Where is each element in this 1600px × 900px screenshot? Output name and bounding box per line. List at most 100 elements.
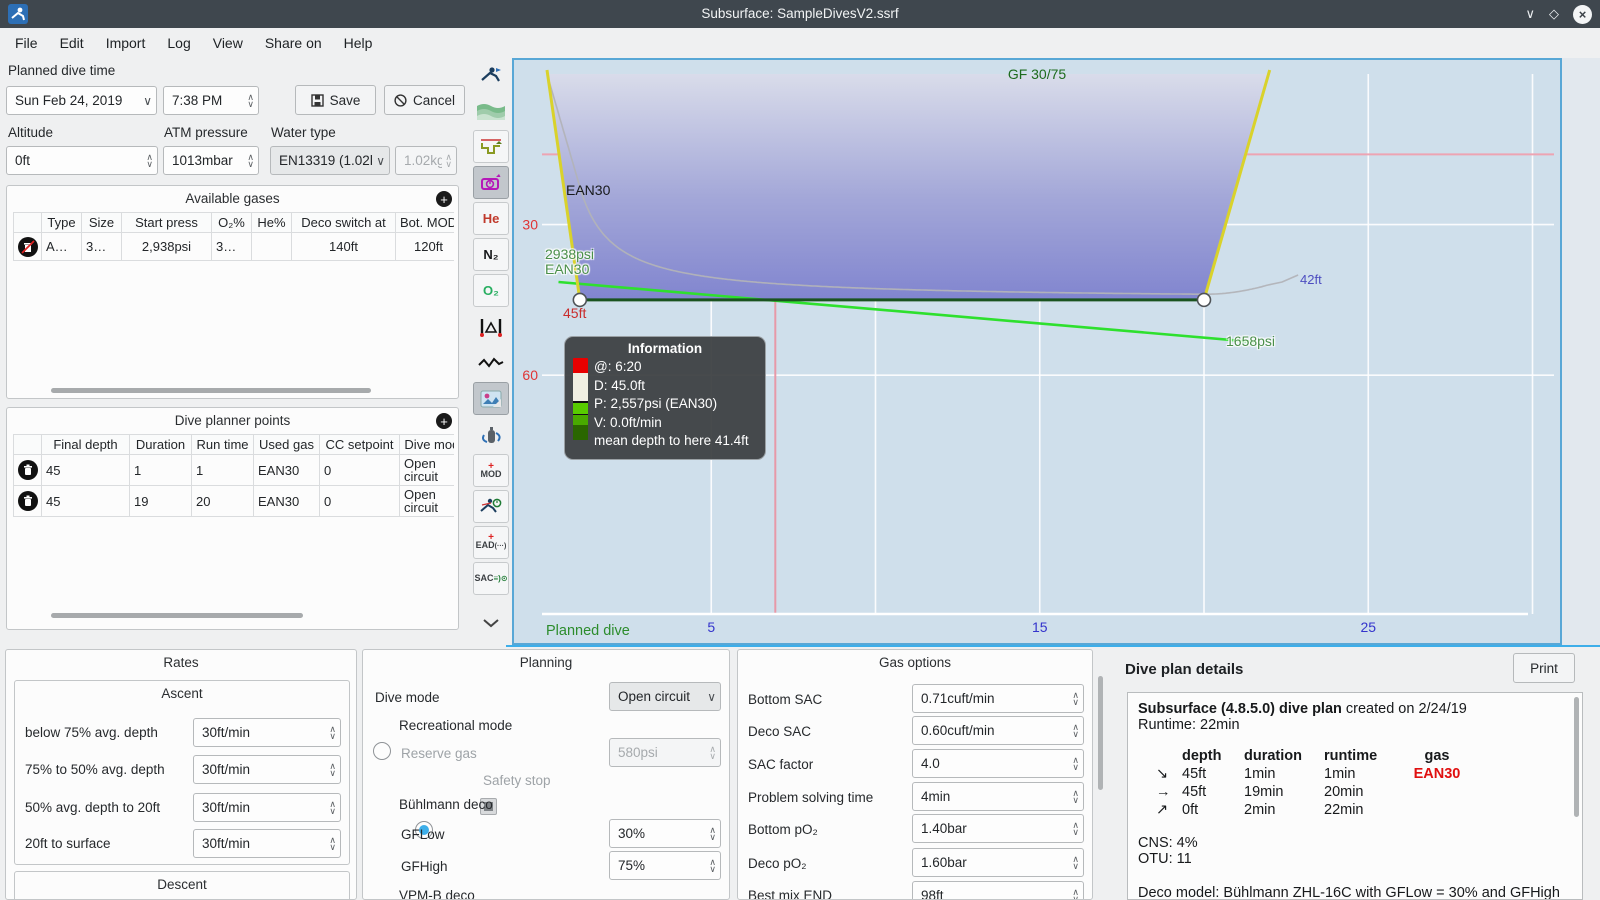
sac-factor-label: SAC factor bbox=[748, 757, 814, 772]
mean-depth-end-label: 42ft bbox=[1300, 272, 1322, 287]
points-col-ccsetpoint[interactable]: CC setpoint bbox=[319, 434, 400, 455]
ascent-rate-20ft-spinbox[interactable]: 30ft/min ∧ ∨ bbox=[193, 793, 341, 822]
gases-col-o2[interactable]: O₂% bbox=[211, 212, 252, 233]
waves-icon[interactable] bbox=[473, 94, 509, 127]
gases-hscrollbar[interactable] bbox=[51, 388, 371, 393]
heart-rate-icon[interactable] bbox=[473, 346, 509, 379]
maximize-icon[interactable]: ◇ bbox=[1549, 5, 1559, 23]
recreational-mode-radio[interactable] bbox=[373, 742, 391, 760]
water-type-combo[interactable]: EN13319 (1.02k ∨ bbox=[270, 146, 390, 175]
reserve-gas-label: Reserve gas bbox=[401, 746, 477, 761]
print-button[interactable]: Print bbox=[1513, 653, 1575, 683]
menu-file[interactable]: File bbox=[4, 28, 49, 58]
gases-col-type[interactable]: Type bbox=[41, 212, 82, 233]
mod-icon[interactable]: + MOD bbox=[473, 454, 509, 487]
bottom-depth-label: 45ft bbox=[563, 305, 587, 321]
delete-point-icon[interactable] bbox=[18, 491, 38, 511]
gases-col-botmod[interactable]: Bot. MOD bbox=[395, 212, 454, 233]
menu-import[interactable]: Import bbox=[95, 28, 157, 58]
planning-panel: Planning Dive mode Open circuit ∨ Recreat… bbox=[362, 649, 730, 900]
points-hscrollbar[interactable] bbox=[51, 613, 303, 618]
ascent-rate-50-spinbox[interactable]: 30ft/min ∧ ∨ bbox=[193, 755, 341, 784]
ead-icon[interactable]: + EAD(···) bbox=[473, 526, 509, 559]
dive-plan-text[interactable]: Subsurface (4.8.5.0) dive plan created o… bbox=[1127, 692, 1583, 900]
menu-log[interactable]: Log bbox=[156, 28, 201, 58]
cancel-button[interactable]: Cancel bbox=[384, 85, 465, 115]
points-col-usedgas[interactable]: Used gas bbox=[253, 434, 320, 455]
menu-help[interactable]: Help bbox=[333, 28, 384, 58]
bottom-sac-spinbox[interactable]: 0.71cuft/min ∧ ∨ bbox=[912, 684, 1084, 713]
points-col-divemode[interactable]: Dive mode bbox=[399, 434, 454, 455]
ascent-rate-75-spinbox[interactable]: 30ft/min ∧ ∨ bbox=[193, 718, 341, 747]
bottom-po2-spinbox[interactable]: 1.40bar ∧ ∨ bbox=[912, 814, 1084, 843]
gflow-spinbox[interactable]: 30% ∧ ∨ bbox=[609, 819, 721, 848]
chart-bottom-splitter[interactable] bbox=[506, 645, 1600, 647]
he-partial-pressure-icon[interactable]: He bbox=[473, 202, 509, 235]
gases-col-startpress[interactable]: Start press bbox=[121, 212, 212, 233]
close-icon[interactable]: × bbox=[1573, 4, 1592, 24]
gases-col-decoswitch[interactable]: Deco switch at bbox=[291, 212, 396, 233]
gfhigh-spinbox[interactable]: 75% ∧ ∨ bbox=[609, 851, 721, 880]
ceiling-icon[interactable] bbox=[473, 130, 509, 163]
deco-sac-spinbox[interactable]: 0.60cuft/min ∧ ∨ bbox=[912, 716, 1084, 745]
gas-table-row[interactable]: A… 3… 2,938psi 3… 140ft 120ft 98ft bbox=[13, 232, 454, 261]
details-left-scrollbar[interactable] bbox=[1098, 676, 1103, 790]
ascent-rate-label: below 75% avg. depth bbox=[25, 725, 158, 740]
best-mix-end-spinbox[interactable]: 98ft ∧ ∨ bbox=[912, 881, 1084, 899]
sac-rate-icon[interactable]: SAC≡)⊙ bbox=[473, 562, 509, 595]
points-col-delete[interactable] bbox=[13, 434, 42, 455]
descent-gas-label: EAN30 bbox=[566, 182, 611, 198]
tank-bar-icon[interactable] bbox=[473, 418, 509, 451]
dive-plan-details-panel: Dive plan details Print Subsurface (4.8.… bbox=[1105, 649, 1600, 900]
ruler-icon[interactable] bbox=[473, 310, 509, 343]
ndl-time-icon[interactable] bbox=[473, 490, 509, 523]
dive-time-spinbox[interactable]: 7:38 PM ∧ ∨ bbox=[163, 86, 259, 115]
delete-point-icon[interactable] bbox=[18, 460, 38, 480]
points-col-runtime[interactable]: Run time bbox=[191, 434, 254, 455]
plan-text-scrollbar[interactable] bbox=[1574, 697, 1579, 817]
planner-point-row[interactable]: 45 1 1 EAN30 0 Open circuit bbox=[13, 454, 454, 486]
add-point-button[interactable]: + bbox=[436, 413, 452, 429]
dive-mode-icon[interactable] bbox=[473, 58, 509, 91]
dive-profile-chart[interactable]: 5 15 25 30 60 GF 30/75 EAN30 2938psi EAN30 4… bbox=[512, 58, 1562, 645]
gflow-label: GFLow bbox=[401, 827, 445, 842]
o2-partial-pressure-icon[interactable]: O₂ bbox=[473, 274, 509, 307]
menu-edit[interactable]: Edit bbox=[49, 28, 95, 58]
plan-table: depth duration runtime gas ↘ 45ft 1min 1… bbox=[1156, 747, 1472, 819]
points-col-duration[interactable]: Duration bbox=[129, 434, 192, 455]
plan-deco-model: Deco model: Bühlmann ZHL-16C with GFLow … bbox=[1138, 885, 1560, 900]
toolbar-scroll-down-icon[interactable] bbox=[473, 606, 509, 639]
descend-arrow-icon: ↘ bbox=[1156, 766, 1169, 782]
plan-title: Subsurface (4.8.5.0) dive plan bbox=[1138, 701, 1342, 717]
photos-icon[interactable] bbox=[473, 382, 509, 415]
menu-share-on[interactable]: Share on bbox=[254, 28, 333, 58]
save-icon bbox=[310, 93, 324, 107]
planner-point-row[interactable]: 45 19 20 EAN30 0 Open circuit bbox=[13, 485, 454, 517]
planning-title: Planning bbox=[519, 655, 573, 670]
gases-col-size[interactable]: Size bbox=[81, 212, 122, 233]
sac-factor-spinbox[interactable]: 4.0 ∧ ∨ bbox=[912, 749, 1084, 778]
ascent-rate-surface-spinbox[interactable]: 30ft/min ∧ ∨ bbox=[193, 829, 341, 858]
tooltip-line: mean depth to here 41.4ft bbox=[594, 433, 749, 448]
delete-gas-icon[interactable] bbox=[18, 236, 38, 257]
deco-time-icon[interactable] bbox=[473, 166, 509, 199]
gases-col-delete[interactable] bbox=[13, 212, 42, 233]
gases-col-he[interactable]: He% bbox=[251, 212, 292, 233]
tooltip-title: Information bbox=[627, 341, 703, 356]
atm-pressure-spinbox[interactable]: 1013mbar ∧ ∨ bbox=[163, 146, 259, 175]
menu-view[interactable]: View bbox=[202, 28, 254, 58]
n2-partial-pressure-icon[interactable]: N₂ bbox=[473, 238, 509, 271]
altitude-spinbox[interactable]: 0ft ∧ ∨ bbox=[6, 146, 158, 175]
chevron-down-icon: ∨ bbox=[707, 689, 716, 704]
cancel-icon bbox=[394, 93, 407, 107]
points-col-finaldepth[interactable]: Final depth bbox=[41, 434, 130, 455]
add-gas-button[interactable]: + bbox=[436, 191, 452, 207]
minimize-icon[interactable]: ∨ bbox=[1525, 5, 1535, 23]
buhlmann-deco-label: Bühlmann deco bbox=[399, 797, 493, 812]
dive-mode-combo[interactable]: Open circuit ∨ bbox=[609, 682, 721, 711]
gfhigh-label: GFHigh bbox=[401, 859, 448, 874]
save-button[interactable]: Save bbox=[295, 85, 376, 115]
dive-date-combo[interactable]: Sun Feb 24, 2019 ∨ bbox=[6, 86, 157, 115]
problem-solving-time-spinbox[interactable]: 4min ∧ ∨ bbox=[912, 782, 1084, 811]
deco-po2-spinbox[interactable]: 1.60bar ∧ ∨ bbox=[912, 848, 1084, 877]
